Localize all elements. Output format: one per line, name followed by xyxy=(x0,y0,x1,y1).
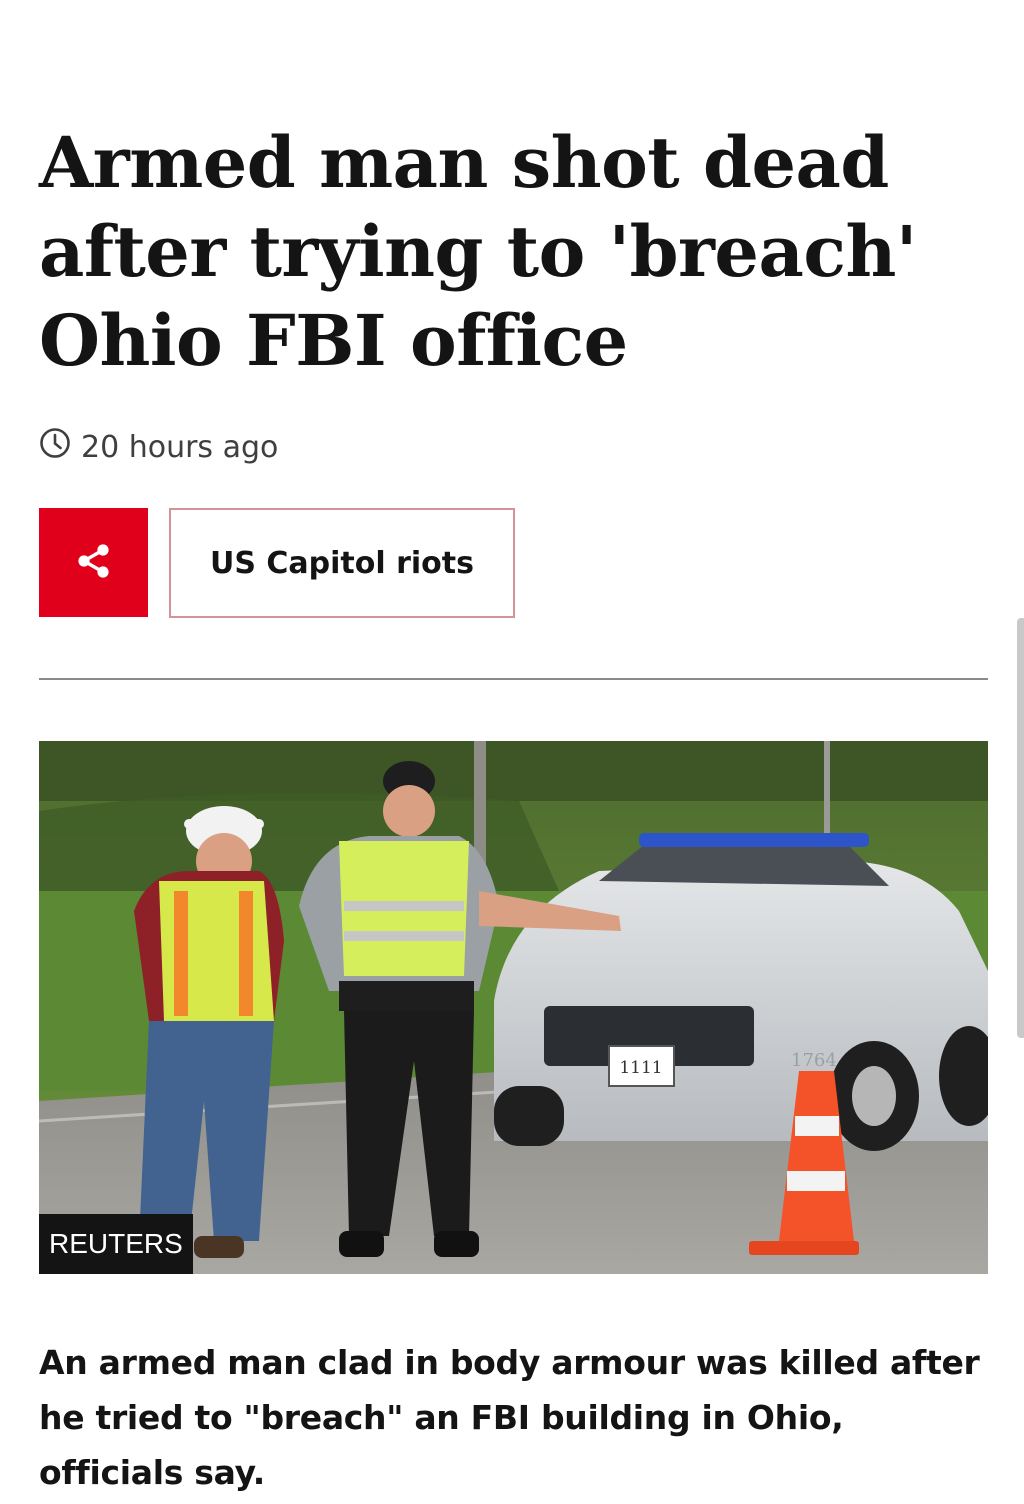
section-divider xyxy=(39,678,988,680)
license-plate: 1111 xyxy=(619,1058,662,1078)
article-headline: Armed man shot dead after trying to 'bre… xyxy=(39,121,917,382)
clock-icon xyxy=(39,427,81,467)
car-number: 1764 xyxy=(791,1050,837,1071)
share-button[interactable] xyxy=(39,508,148,617)
share-icon xyxy=(74,541,114,585)
scrollbar[interactable] xyxy=(1017,618,1024,1038)
topic-link-button[interactable]: US Capitol riots xyxy=(169,508,515,618)
timestamp-text: 20 hours ago xyxy=(81,429,279,465)
article-intro: An armed man clad in body armour was kil… xyxy=(39,1343,980,1492)
article-photo: 1111 1764 REUTERS xyxy=(39,741,988,1274)
image-credit: REUTERS xyxy=(39,1214,193,1274)
article-timestamp: 20 hours ago xyxy=(39,428,278,466)
